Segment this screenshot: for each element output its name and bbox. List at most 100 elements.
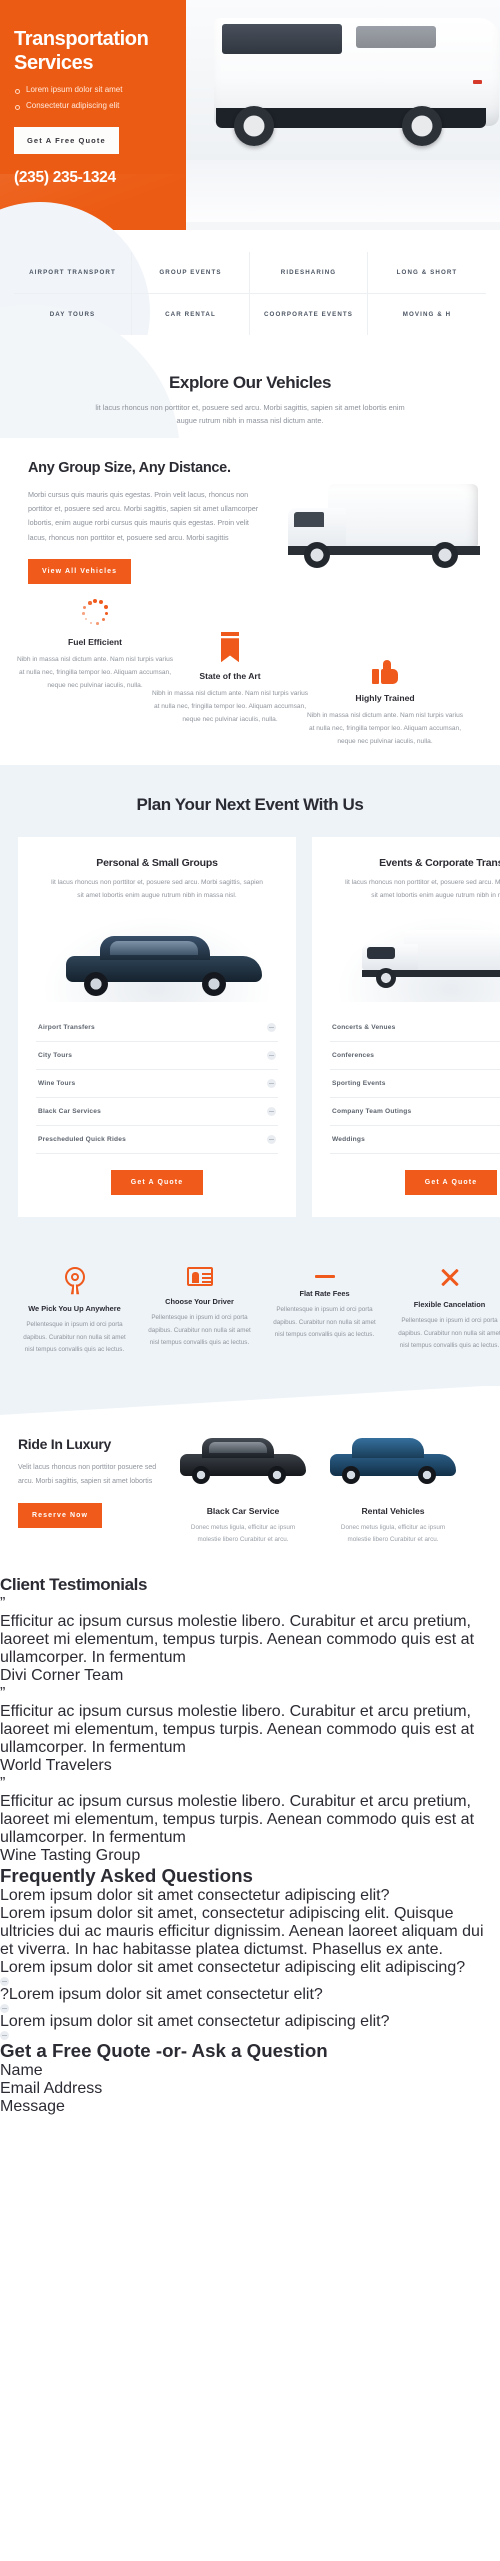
plan-card-personal-small-groups: Personal & Small Groups lit lacus rhoncu… <box>18 837 296 1218</box>
quote-form-heading: Get a Free Quote -or- Ask a Question <box>0 2040 328 2062</box>
faq-question-row[interactable]: Lorem ipsum dolor sit amet consectetur a… <box>0 1959 500 1987</box>
faq-panel: Frequently Asked Questions Lorem ipsum d… <box>0 1865 500 2041</box>
reserve-now-button[interactable]: Reserve Now <box>18 1502 103 1528</box>
list-item-label: Prescheduled Quick Rides <box>38 1136 126 1144</box>
minus-circle-icon[interactable] <box>267 1051 276 1061</box>
minus-circle-icon[interactable] <box>267 1135 276 1145</box>
hero-bullet-item: Lorem ipsum dolor sit amet <box>14 85 170 95</box>
quote-icon: ” <box>0 1685 6 1703</box>
feature-title: Highly Trained <box>355 693 415 704</box>
list-item[interactable]: Black Car Services <box>36 1098 278 1127</box>
faq-heading: Frequently Asked Questions <box>0 1865 253 1887</box>
minus-circle-icon[interactable] <box>267 1079 276 1089</box>
service-nav-item-car-rental[interactable]: CAR RENTAL <box>132 294 250 335</box>
dotted-circle-icon <box>80 598 110 628</box>
plan-heading: Plan Your Next Event With Us <box>136 795 364 815</box>
plan-card-quote-button[interactable]: Get A Quote <box>110 1170 204 1196</box>
hero-content-panel: Transportation Services Lorem ipsum dolo… <box>0 0 186 230</box>
list-item[interactable]: Airport Transfers <box>36 1014 278 1043</box>
luxury-item-title: Black Car Service <box>206 1506 280 1517</box>
service-nav-item-corporate-events[interactable]: COORPORATE EVENTS <box>250 294 368 335</box>
feature-flat-rate: Flat Rate Fees Pellentesque in ipsum id … <box>262 1267 387 1356</box>
view-all-vehicles-button[interactable]: View All Vehicles <box>28 559 132 585</box>
services-nav-section: AIRPORT TRANSPORT GROUP EVENTS RIDESHARI… <box>0 202 500 422</box>
faq-question-row[interactable]: Lorem ipsum dolor sit amet consectetur a… <box>0 1887 500 1905</box>
three-features-section: Fuel Efficient Nibh in massa nisl dictum… <box>0 590 500 766</box>
minus-circle-icon[interactable] <box>0 2031 9 2041</box>
feature-body: Nibh in massa nisl dictum ante. Nam nisl… <box>306 712 464 745</box>
plan-event-section: Plan Your Next Event With Us Personal & … <box>0 765 500 1252</box>
feature-body: Pellentesque in ipsum id orci porta dapi… <box>273 1306 376 1338</box>
service-nav-item-long-short[interactable]: LONG & SHORT <box>368 252 486 294</box>
four-features-section: We Pick You Up Anywhere Pellentesque in … <box>0 1251 500 1387</box>
feature-body: Pellentesque in ipsum id orci porta dapi… <box>148 1314 251 1346</box>
email-input[interactable]: Email Address <box>0 2080 500 2098</box>
name-input[interactable]: Name <box>0 2062 500 2080</box>
flexible-cross-icon <box>439 1267 461 1289</box>
luxury-image-blue-suv <box>318 1426 468 1498</box>
service-nav-item-day-tours[interactable]: DAY TOURS <box>14 294 132 335</box>
faq-question-row[interactable]: ?Lorem ipsum dolor sit amet consectetur … <box>0 1986 500 2014</box>
luxury-item-title: Rental Vehicles <box>361 1506 425 1517</box>
testimonial-author: World Travelers <box>0 1757 112 1775</box>
list-item-label: City Tours <box>38 1052 73 1060</box>
list-item[interactable]: City Tours <box>36 1042 278 1071</box>
hero-bullet-list: Lorem ipsum dolor sit amet Consectetur a… <box>14 85 170 111</box>
feature-choose-driver: Choose Your Driver Pellentesque in ipsum… <box>137 1267 262 1356</box>
list-item[interactable]: Conferences <box>330 1042 500 1071</box>
faq-item[interactable]: ?Lorem ipsum dolor sit amet consectetur … <box>0 1986 500 2014</box>
hero-photo-ground <box>186 160 500 222</box>
service-nav-item-moving[interactable]: MOVING & H <box>368 294 486 335</box>
service-nav-item-ridesharing[interactable]: RIDESHARING <box>250 252 368 294</box>
service-nav-item-airport-transport[interactable]: AIRPORT TRANSPORT <box>14 252 132 294</box>
id-card-icon <box>186 1267 213 1287</box>
list-item-label: Conferences <box>332 1052 375 1060</box>
hero-phone-number[interactable]: (235) 235-1324 <box>14 169 170 187</box>
testimonials-row: ” Efficitur ac ipsum cursus molestie lib… <box>0 1595 500 1865</box>
faq-item[interactable]: Lorem ipsum dolor sit amet consectetur a… <box>0 2013 500 2041</box>
list-item[interactable]: Company Team Outings <box>330 1098 500 1127</box>
hero-free-quote-button[interactable]: Get A Free Quote <box>14 126 119 154</box>
minus-circle-icon[interactable] <box>267 1107 276 1117</box>
map-pin-icon <box>64 1267 85 1295</box>
group-size-body: Morbi cursus quis mauris quis egestas. P… <box>28 489 259 542</box>
service-nav-item-group-events[interactable]: GROUP EVENTS <box>132 252 250 294</box>
explore-vehicles-section: Explore Our Vehicles lit lacus rhoncus n… <box>0 305 500 605</box>
faq-question: ?Lorem ipsum dolor sit amet consectetur … <box>0 1986 323 2004</box>
ride-in-luxury-section: Ride In Luxury Velit lacus rhoncus non p… <box>0 1385 500 1576</box>
coach-bus-illustration <box>206 8 500 158</box>
feature-flexible-cancelation: Flexible Cancelation Pellentesque in ips… <box>387 1267 500 1356</box>
group-size-content: Any Group Size, Any Distance. Morbi curs… <box>28 460 260 585</box>
list-item[interactable]: Concerts & Venues <box>330 1014 500 1043</box>
faq-question-row[interactable]: Lorem ipsum dolor sit amet consectetur a… <box>0 2013 500 2041</box>
faq-item-open[interactable]: Lorem ipsum dolor sit amet consectetur a… <box>0 1887 500 1959</box>
list-item[interactable]: Sporting Events <box>330 1070 500 1099</box>
testimonial-quote: Efficitur ac ipsum cursus molestie liber… <box>0 1703 475 1757</box>
faq-question: Lorem ipsum dolor sit amet consectetur a… <box>0 1887 390 1905</box>
message-input[interactable]: Message <box>0 2098 500 2116</box>
testimonial-author: Wine Tasting Group <box>0 1847 141 1865</box>
white-van-illustration <box>280 478 500 598</box>
faq-item[interactable]: Lorem ipsum dolor sit amet consectetur a… <box>0 1959 500 1987</box>
group-size-section: Any Group Size, Any Distance. Morbi curs… <box>0 437 500 591</box>
plan-cards-row: Personal & Small Groups lit lacus rhoncu… <box>0 837 500 1218</box>
feature-pick-you-up: We Pick You Up Anywhere Pellentesque in … <box>12 1267 137 1356</box>
minus-circle-icon[interactable] <box>0 2004 9 2014</box>
plan-card-quote-button[interactable]: Get A Quote <box>404 1170 498 1196</box>
minus-circle-icon[interactable] <box>267 1023 276 1033</box>
list-item-label: Wine Tours <box>38 1080 76 1088</box>
feature-title: Flat Rate Fees <box>299 1289 350 1299</box>
luxury-item-rental-vehicles: Rental Vehicles Donec metus ligula, effi… <box>318 1426 468 1545</box>
list-item[interactable]: Weddings <box>330 1126 500 1155</box>
luxury-item-body: Donec metus ligula, efficitur ac ipsum m… <box>190 1524 296 1543</box>
luxury-image-black-suv <box>168 1426 318 1498</box>
plan-card-events-corporate: Events & Corporate Transport lit lacus r… <box>312 837 500 1218</box>
faq-question: Lorem ipsum dolor sit amet consectetur a… <box>0 2013 390 2031</box>
list-item[interactable]: Wine Tours <box>36 1070 278 1099</box>
list-item[interactable]: Prescheduled Quick Rides <box>36 1126 278 1155</box>
minus-circle-icon[interactable] <box>0 1977 9 1987</box>
hero-bus-photo <box>186 0 500 222</box>
testimonial-quote: Efficitur ac ipsum cursus molestie liber… <box>0 1613 475 1667</box>
quote-icon: ” <box>0 1595 6 1613</box>
list-item-label: Concerts & Venues <box>332 1024 396 1032</box>
